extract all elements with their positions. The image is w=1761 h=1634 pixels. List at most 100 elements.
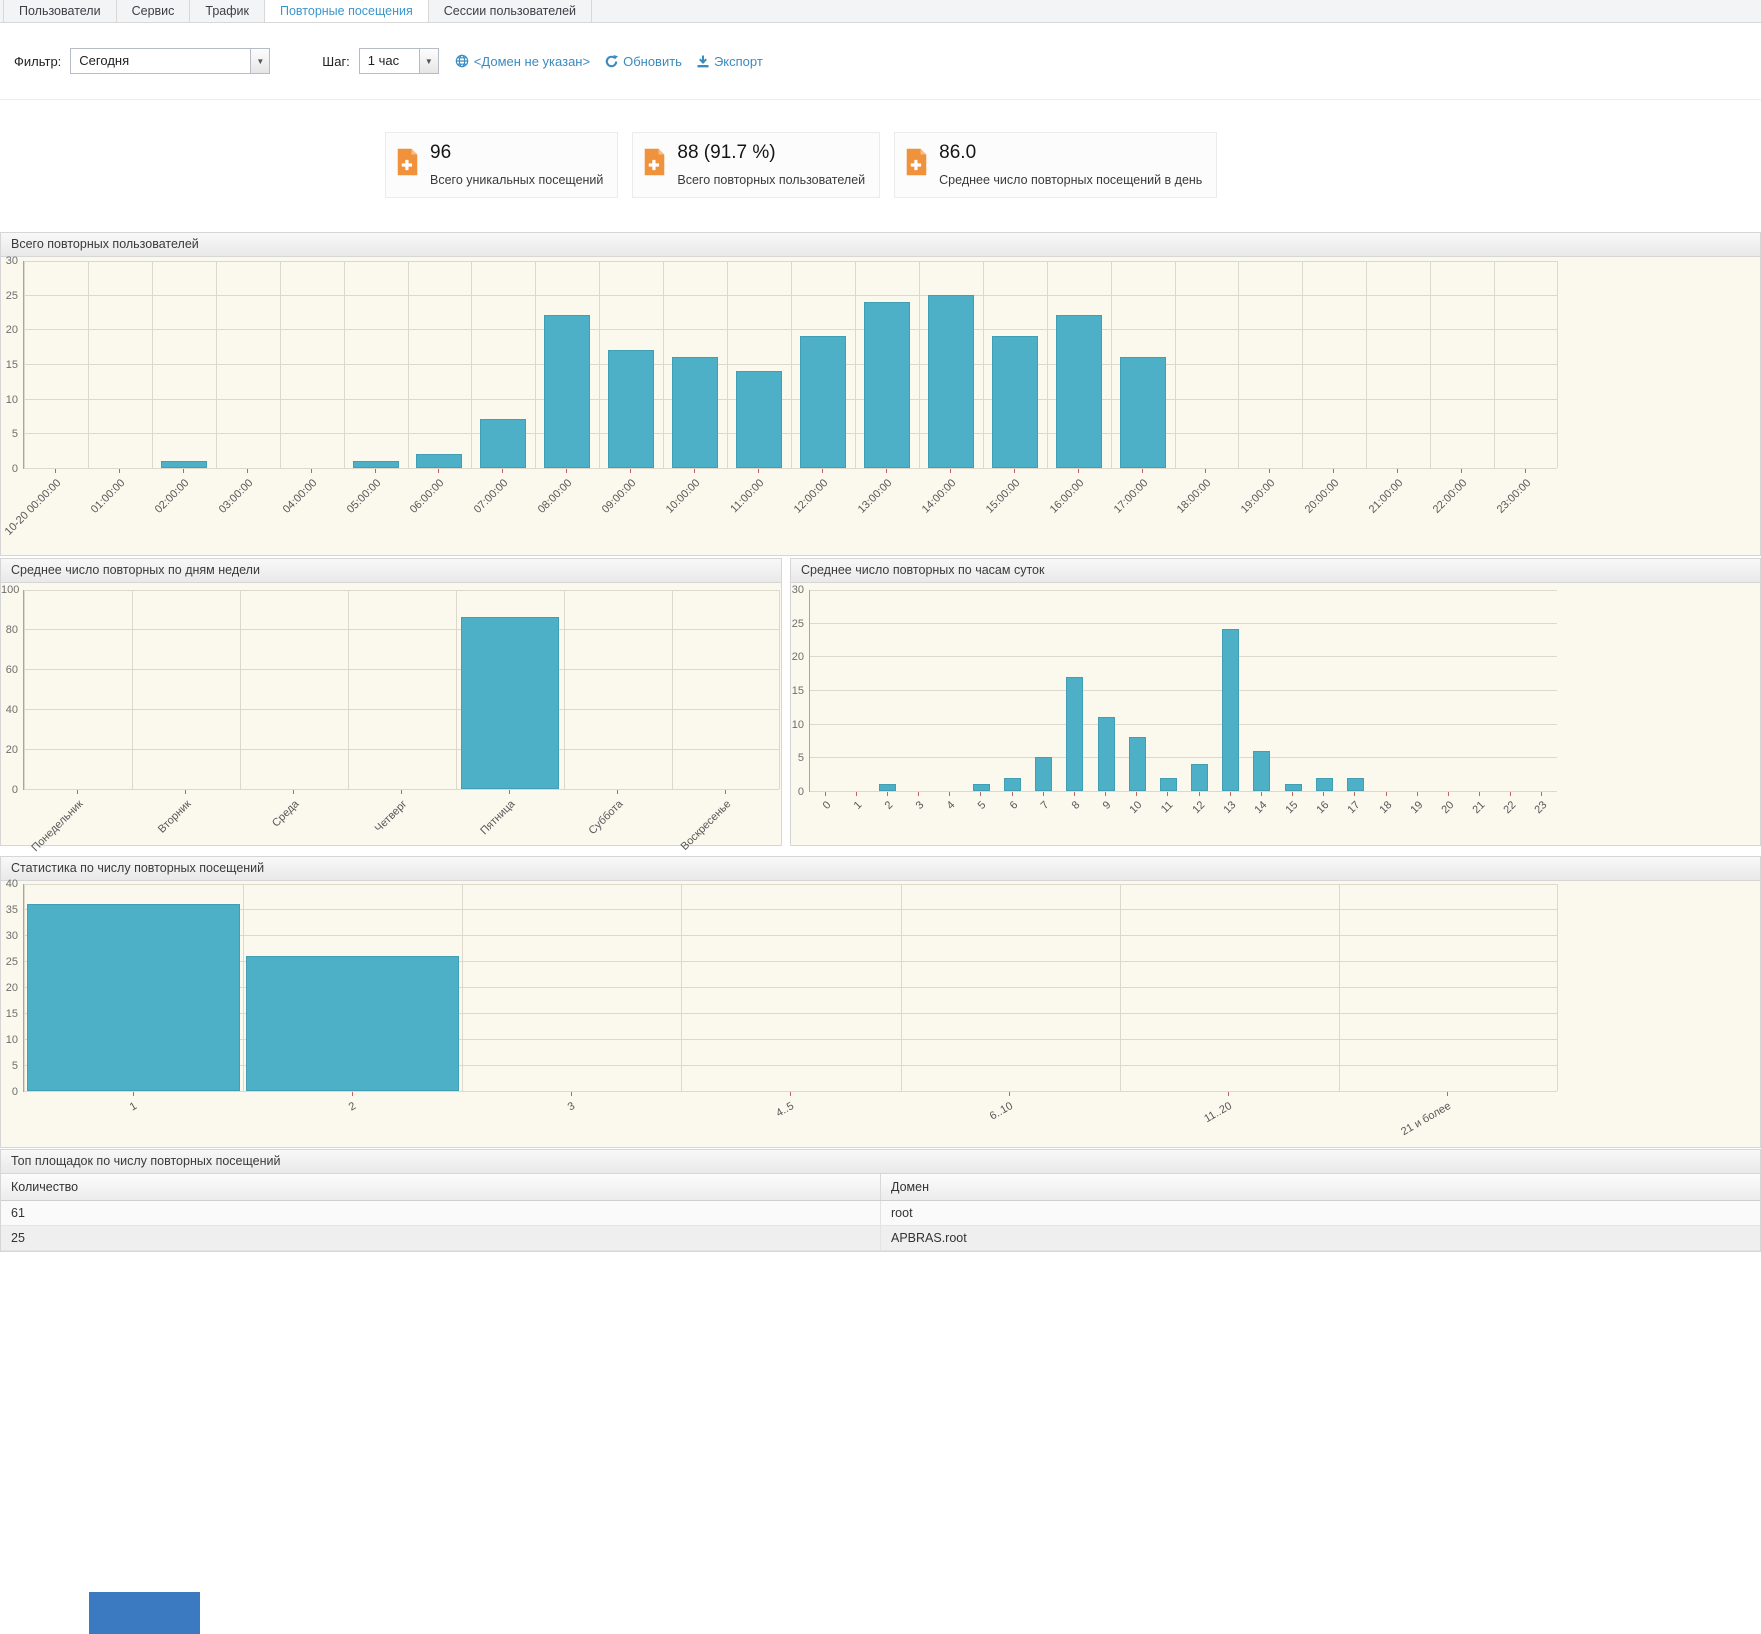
stat-value: 88 (91.7 %) [677,142,865,164]
y-axis-label: 60 [1,664,18,676]
gridline [24,709,779,710]
axis-tick [1354,792,1355,796]
cell-domain: root [881,1201,1761,1226]
step-select[interactable]: 1 час ▼ [359,48,439,74]
axis-tick [1136,792,1137,796]
axis-tick [1479,792,1480,796]
chevron-down-icon[interactable]: ▼ [419,49,438,73]
gridline [663,261,664,468]
filter-select-value: Сегодня [71,49,250,73]
y-axis-label: 80 [1,624,18,636]
table-row[interactable]: 61 root [1,1201,1760,1226]
gridline [983,261,984,468]
gridline [456,590,457,789]
bar [1191,764,1208,791]
bar [928,295,974,468]
gridline [24,669,779,670]
axis-tick [1386,792,1387,796]
export-link-label: Экспорт [714,54,763,69]
gridline [672,590,673,789]
tab-repeat-visits[interactable]: Повторные посещения [265,0,429,22]
axis-tick [694,469,695,473]
gridline [564,590,565,789]
gridline [1557,261,1558,468]
axis-tick [822,469,823,473]
axis-tick [375,469,376,473]
y-axis-label: 15 [791,685,804,697]
stat-label: Среднее число повторных посещений в день [939,173,1202,187]
bar [480,419,526,468]
axis-tick [1167,792,1168,796]
gridline [243,884,244,1091]
export-link[interactable]: Экспорт [697,54,763,69]
axis-tick [1105,792,1106,796]
panel-total-repeat-users: Всего повторных пользователей 0510152025… [0,232,1761,556]
stat-card-avg-repeat-per-day: 86.0 Среднее число повторных посещений в… [894,132,1217,198]
axis-tick [247,469,248,473]
table-row[interactable]: 25 APBRAS.root [1,1226,1760,1251]
y-axis-label: 0 [1,463,18,475]
axis-tick [886,469,887,473]
top-domains-table: Количество Домен 61 root 25 APBRAS.root [1,1174,1760,1251]
step-select-value: 1 час [360,49,419,73]
bar [1120,357,1166,468]
stat-label: Всего повторных пользователей [677,173,865,187]
bar [1222,629,1239,791]
column-header-count[interactable]: Количество [1,1174,881,1201]
chevron-down-icon[interactable]: ▼ [250,49,269,73]
axis-tick [1228,1092,1229,1096]
gridline [24,261,25,468]
axis-tick [1014,469,1015,473]
refresh-link[interactable]: Обновить [605,54,682,69]
document-plus-icon [643,148,666,176]
y-axis-label: 10 [791,719,804,731]
tab-traffic[interactable]: Трафик [190,0,265,22]
bar [1004,778,1021,791]
gridline [1111,261,1112,468]
axis-tick [1447,1092,1448,1096]
gridline [810,656,1557,657]
stat-card-repeat-users: 88 (91.7 %) Всего повторных пользователе… [632,132,880,198]
axis-tick [725,790,726,794]
y-axis-label: 40 [1,704,18,716]
axis-tick [1261,792,1262,796]
y-axis-label: 0 [791,786,804,798]
bar [1056,315,1102,468]
gridline [24,884,25,1091]
y-axis-label: 40 [1,878,18,890]
y-axis-label: 25 [1,956,18,968]
y-axis-label: 30 [1,255,18,267]
axis-tick [1269,469,1270,473]
y-axis-label: 20 [1,324,18,336]
document-plus-icon [905,148,928,176]
gridline [1047,261,1048,468]
tab-user-sessions[interactable]: Сессии пользователей [429,0,592,22]
y-axis-label: 0 [1,1086,18,1098]
bar [1129,737,1146,791]
tab-bar: Пользователи Сервис Трафик Повторные пос… [0,0,1761,23]
y-axis-label: 25 [791,618,804,630]
document-plus-icon [396,148,419,176]
y-axis-label: 30 [791,584,804,596]
tab-users[interactable]: Пользователи [3,0,117,22]
gridline [240,590,241,789]
chart-repeat-visit-stats: 05101520253035401234..56..1011..2021 и б… [1,881,1760,1147]
domain-link[interactable]: <Домен не указан> [455,54,590,69]
domain-link-label: <Домен не указан> [474,54,590,69]
tab-service[interactable]: Сервис [117,0,191,22]
filter-select[interactable]: Сегодня ▼ [70,48,270,74]
bar [1098,717,1115,791]
axis-tick [1142,469,1143,473]
gridline [88,261,89,468]
stat-label: Всего уникальных посещений [430,173,603,187]
y-axis-label: 15 [1,359,18,371]
axis-tick [1323,792,1324,796]
gridline [1175,261,1176,468]
axis-tick [566,469,567,473]
y-axis-label: 10 [1,394,18,406]
gridline [810,724,1557,725]
stat-value: 96 [430,142,603,164]
cell-domain: APBRAS.root [881,1226,1761,1251]
chart-avg-by-weekday: 020406080100ПонедельникВторникСредаЧетве… [1,583,781,845]
bar [879,784,896,791]
